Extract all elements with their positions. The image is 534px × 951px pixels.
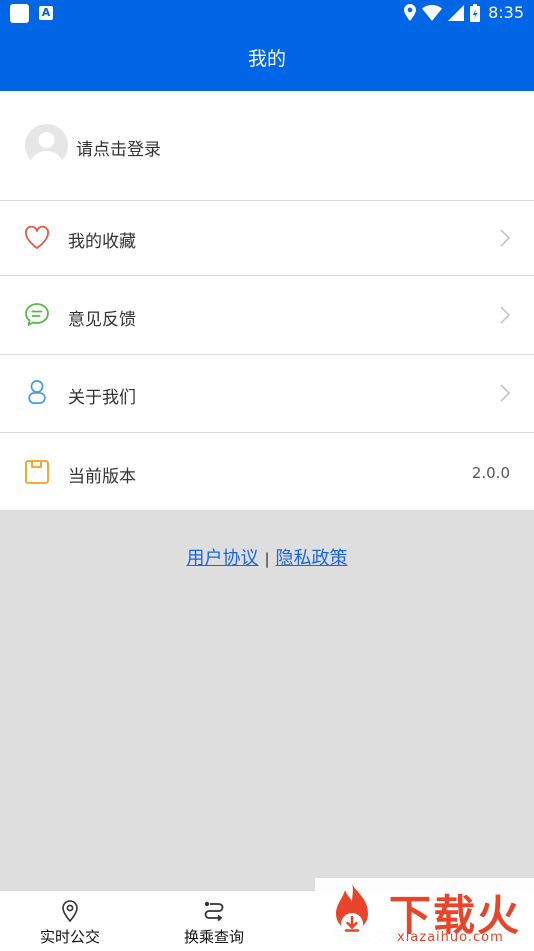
chevron-right-icon xyxy=(500,384,511,402)
menu-item-label: 关于我们 xyxy=(68,388,136,408)
battery-icon xyxy=(470,3,481,22)
default-avatar-icon xyxy=(30,132,63,167)
link-separator: | xyxy=(264,550,270,568)
menu-item-about[interactable]: 关于我们 xyxy=(0,355,534,433)
chat-bubble-icon xyxy=(25,303,49,326)
privacy-policy-link[interactable]: 隐私政策 xyxy=(276,548,348,569)
avatar[interactable] xyxy=(25,124,68,167)
watermark: 下载火 xiazaihuo.com xyxy=(315,878,534,950)
tab-label: 实时公交 xyxy=(39,928,100,946)
menu-item-label: 当前版本 xyxy=(68,467,136,487)
heart-icon xyxy=(25,225,49,249)
policy-links: 用户协议 | 隐私政策 xyxy=(0,544,534,570)
signal-icon xyxy=(448,4,465,21)
version-value: 2.0.0 xyxy=(471,464,510,482)
location-status-icon xyxy=(404,4,417,21)
person-icon xyxy=(28,380,46,404)
menu-item-favorites[interactable]: 我的收藏 xyxy=(0,201,534,276)
menu-item-version: 当前版本 2.0.0 xyxy=(0,433,534,510)
user-agreement-link[interactable]: 用户协议 xyxy=(186,548,258,569)
tab-transfer-query[interactable]: 换乘查询 xyxy=(144,891,284,951)
login-prompt[interactable]: 请点击登录 xyxy=(76,135,161,160)
save-icon xyxy=(25,460,49,484)
notification-a-icon: A xyxy=(39,6,53,20)
menu-item-feedback[interactable]: 意见反馈 xyxy=(0,276,534,355)
location-pin-icon xyxy=(62,900,78,923)
notification-app-icon xyxy=(10,4,29,23)
tab-realtime-bus[interactable]: 实时公交 xyxy=(0,891,140,951)
menu-item-label: 意见反馈 xyxy=(68,310,136,330)
profile-login-row[interactable]: 请点击登录 xyxy=(0,91,534,201)
page-title: 我的 xyxy=(0,27,534,91)
chevron-right-icon xyxy=(500,229,511,247)
tab-label: 换乘查询 xyxy=(183,928,244,946)
menu-item-label: 我的收藏 xyxy=(68,232,136,252)
flame-logo-icon xyxy=(336,884,368,935)
chevron-right-icon xyxy=(500,306,511,324)
status-bar: A 8:35 xyxy=(0,0,534,27)
clock: 8:35 xyxy=(488,3,524,22)
transfer-route-icon xyxy=(204,901,224,922)
watermark-domain: xiazaihuo.com xyxy=(397,930,504,945)
wifi-icon xyxy=(422,4,443,21)
